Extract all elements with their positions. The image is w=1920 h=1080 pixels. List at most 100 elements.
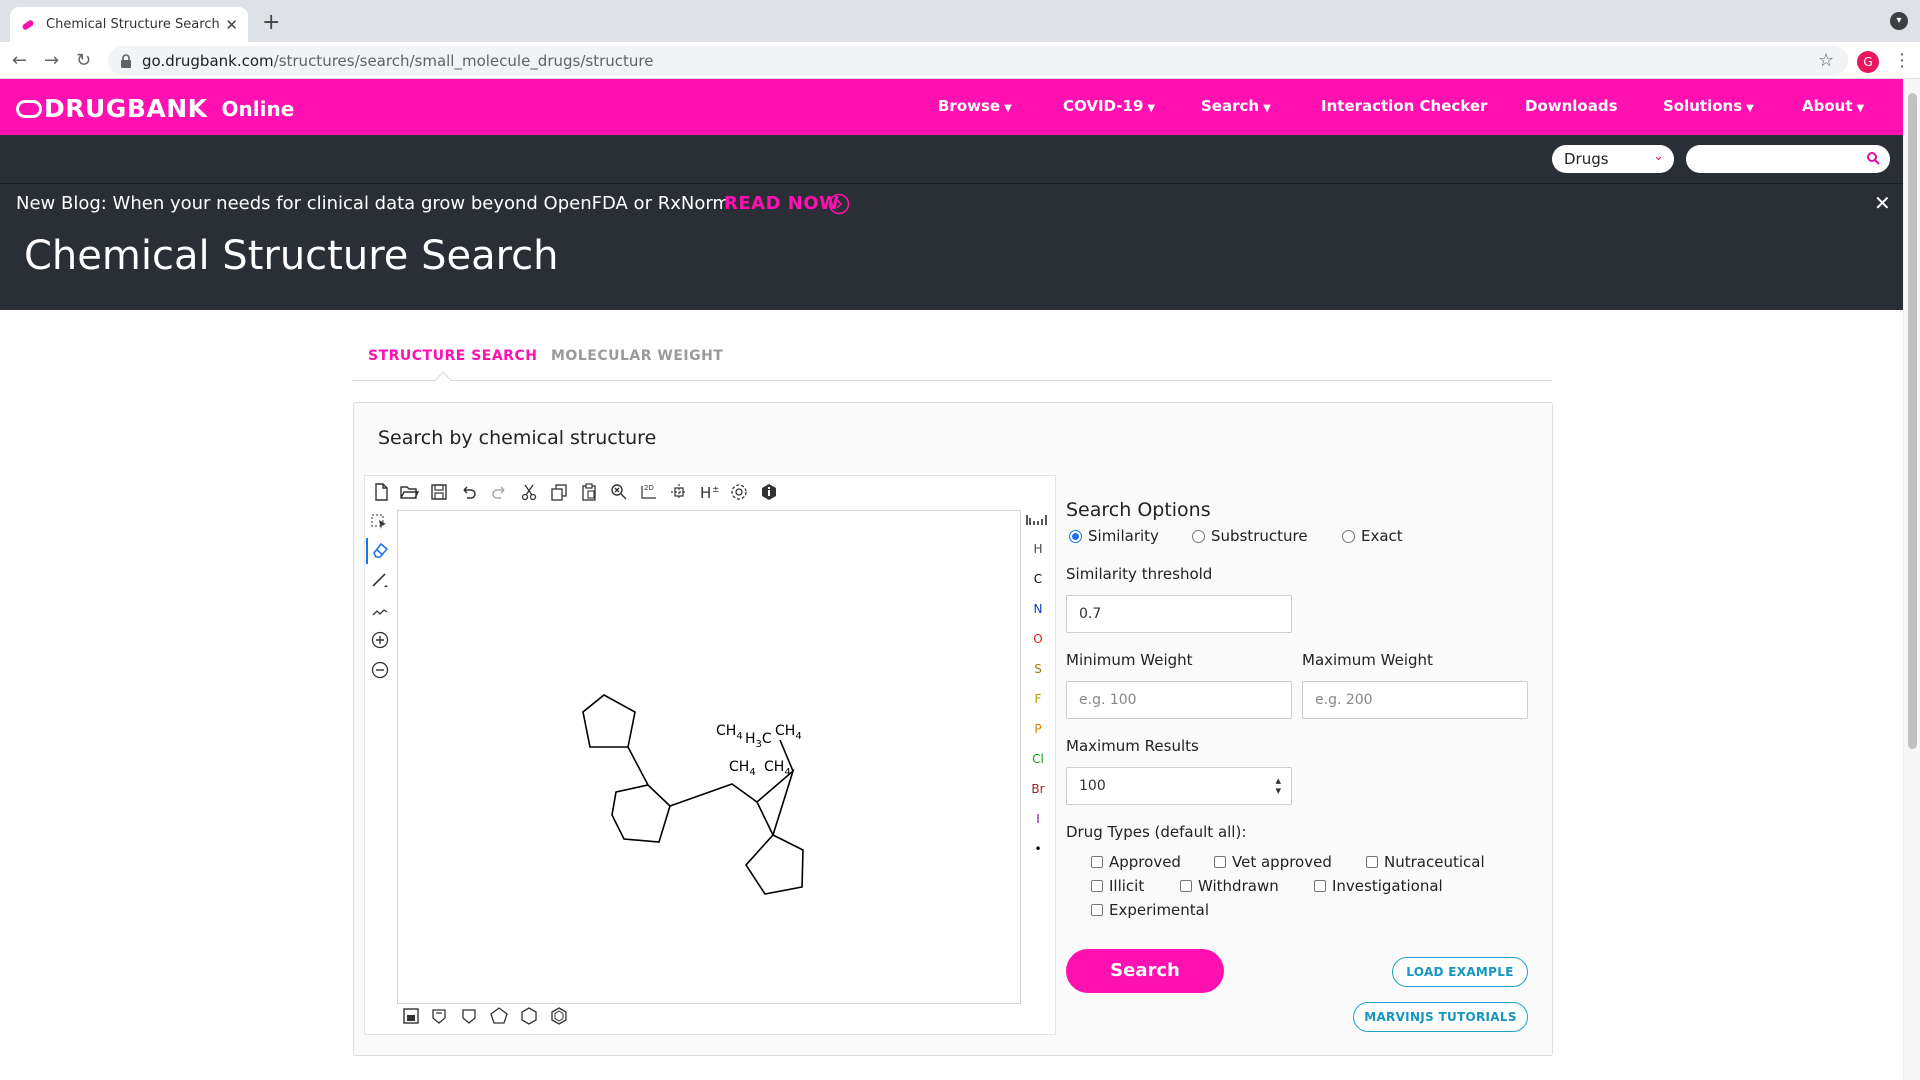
benzene-ring-template-icon[interactable] (549, 1006, 569, 1026)
forward-icon[interactable]: → (44, 50, 59, 71)
hydrogen-toggle-icon[interactable]: H ± (699, 482, 719, 502)
chevron-down-icon: ▼ (1004, 103, 1012, 114)
element-button-f[interactable]: F (1030, 692, 1046, 706)
element-button-i[interactable]: I (1030, 812, 1046, 826)
close-icon[interactable]: ✕ (1874, 191, 1891, 215)
redo-icon[interactable] (489, 482, 509, 502)
decrease-charge-icon[interactable] (370, 660, 390, 680)
search-icon[interactable] (1866, 151, 1880, 165)
chevron-down-icon: ▼ (1856, 103, 1865, 114)
cyclohexane-template-icon[interactable] (519, 1006, 539, 1026)
element-button-p[interactable]: P (1030, 722, 1046, 736)
clean-2d-icon[interactable]: 2D (639, 482, 659, 502)
nav-solutions[interactable]: Solutions ▼ (1663, 97, 1754, 115)
nav-downloads[interactable]: Downloads (1525, 97, 1618, 115)
element-button-s[interactable]: S (1030, 662, 1046, 676)
element-button-c[interactable]: C (1030, 572, 1046, 586)
checkbox-experimental[interactable]: Experimental (1091, 901, 1209, 919)
element-button-br[interactable]: Br (1030, 782, 1046, 796)
molecule-drawing: CH4 H3C CH4 CH4 CH4 (582, 694, 804, 895)
scrollbar-thumb[interactable] (1908, 93, 1917, 749)
nav-search[interactable]: Search ▼ (1201, 97, 1271, 115)
single-bond-icon[interactable] (370, 570, 390, 590)
tab-molecular-weight[interactable]: MOLECULAR WEIGHT (551, 348, 723, 364)
minimum-weight-input[interactable]: e.g. 100 (1066, 681, 1292, 719)
read-now-link[interactable]: READ NOW (724, 193, 840, 214)
methane-label-d: CH4 (729, 759, 756, 778)
browser-tab[interactable]: Chemical Structure Search | Dr ✕ (10, 7, 248, 42)
tab-structure-search[interactable]: STRUCTURE SEARCH (368, 348, 537, 364)
new-tab-icon[interactable]: + (262, 10, 280, 35)
checkbox-withdrawn[interactable]: Withdrawn (1180, 877, 1279, 895)
blog-announcement: New Blog: When your needs for clinical d… (16, 193, 730, 214)
checkbox-vet-approved[interactable]: Vet approved (1214, 853, 1332, 871)
page-scrollbar[interactable] (1903, 79, 1920, 1080)
element-button-o[interactable]: O (1030, 632, 1046, 646)
back-icon[interactable]: ← (12, 50, 27, 71)
info-hexagon-icon[interactable] (759, 482, 779, 502)
undo-icon[interactable] (459, 482, 479, 502)
marvinjs-tutorials-button[interactable]: MARVINJS TUTORIALS (1353, 1002, 1528, 1032)
element-button-n[interactable]: N (1030, 602, 1046, 616)
eraser-icon[interactable] (370, 540, 390, 560)
address-bar[interactable]: go.drugbank.com/structures/search/small_… (108, 46, 1848, 75)
search-button[interactable]: Search (1066, 949, 1224, 993)
tab-search-icon[interactable]: ▾ (1890, 12, 1908, 30)
selection-tool-icon[interactable] (370, 512, 390, 532)
load-example-button[interactable]: LOAD EXAMPLE (1392, 957, 1528, 987)
nav-browse[interactable]: Browse ▼ (938, 97, 1012, 115)
chevron-right-circle-icon[interactable] (828, 193, 850, 215)
url-domain: go.drugbank.com (142, 51, 274, 70)
element-button-h[interactable]: H (1030, 542, 1046, 556)
cyclobutane-template-icon[interactable] (459, 1006, 479, 1026)
methane-label-e: CH4 (764, 759, 791, 778)
search-scope-select[interactable]: Drugs ⌄ (1552, 145, 1674, 173)
zoom-clear-icon[interactable] (609, 482, 629, 502)
svg-text:2D: 2D (644, 484, 654, 492)
drawing-canvas[interactable]: CH4 H3C CH4 CH4 CH4 (397, 510, 1021, 1004)
select-arrows-icon: ▴ ▾ (1275, 774, 1281, 797)
chain-tool-icon[interactable] (370, 600, 390, 620)
nav-about[interactable]: About ▼ (1802, 97, 1864, 115)
similarity-threshold-input[interactable]: 0.7 (1066, 595, 1292, 633)
maximum-results-select[interactable]: 100 ▴ ▾ (1066, 767, 1292, 805)
copy-icon[interactable] (549, 482, 569, 502)
drugbank-logo[interactable]: DRUGBANK Online (16, 94, 294, 123)
checkbox-nutraceutical[interactable]: Nutraceutical (1366, 853, 1485, 871)
search-options-title: Search Options (1066, 499, 1211, 521)
brand-suffix: Online (221, 96, 295, 121)
maximum-weight-input[interactable]: e.g. 200 (1302, 681, 1528, 719)
clean-3d-icon[interactable] (669, 482, 689, 502)
reload-icon[interactable]: ↻ (76, 50, 91, 71)
nav-covid[interactable]: COVID-19 ▼ (1063, 97, 1155, 115)
element-button-any[interactable]: • (1030, 842, 1046, 856)
open-folder-icon[interactable] (399, 482, 419, 502)
checkbox-illicit[interactable]: Illicit (1091, 877, 1144, 895)
template-library-icon[interactable] (401, 1006, 421, 1026)
nav-interaction-checker[interactable]: Interaction Checker (1321, 97, 1487, 115)
bookmark-star-icon[interactable]: ☆ (1818, 50, 1834, 71)
save-icon[interactable] (429, 482, 449, 502)
cyclopentane-template-icon[interactable] (489, 1006, 509, 1026)
minimum-weight-label: Minimum Weight (1066, 651, 1193, 669)
profile-avatar[interactable]: G (1857, 51, 1879, 73)
close-tab-icon[interactable]: ✕ (225, 16, 238, 34)
cut-icon[interactable] (519, 482, 539, 502)
chevron-down-icon: ▼ (1746, 103, 1754, 114)
benzene-template-icon[interactable] (429, 1006, 449, 1026)
periodic-table-icon[interactable] (1025, 512, 1049, 526)
radio-substructure[interactable]: Substructure (1192, 527, 1308, 545)
element-button-cl[interactable]: Cl (1030, 752, 1046, 766)
checkbox-investigational[interactable]: Investigational (1314, 877, 1443, 895)
svg-text:H: H (700, 484, 711, 502)
checkbox-approved[interactable]: Approved (1091, 853, 1181, 871)
radio-exact[interactable]: Exact (1342, 527, 1403, 545)
increase-charge-icon[interactable] (370, 630, 390, 650)
new-document-icon[interactable] (371, 482, 391, 502)
maximum-weight-label: Maximum Weight (1302, 651, 1433, 669)
browser-menu-icon[interactable]: ⋮ (1893, 50, 1911, 71)
radio-similarity[interactable]: Similarity (1069, 527, 1159, 545)
settings-gear-icon[interactable] (729, 482, 749, 502)
site-search-input[interactable] (1686, 145, 1890, 173)
paste-icon[interactable] (579, 482, 599, 502)
